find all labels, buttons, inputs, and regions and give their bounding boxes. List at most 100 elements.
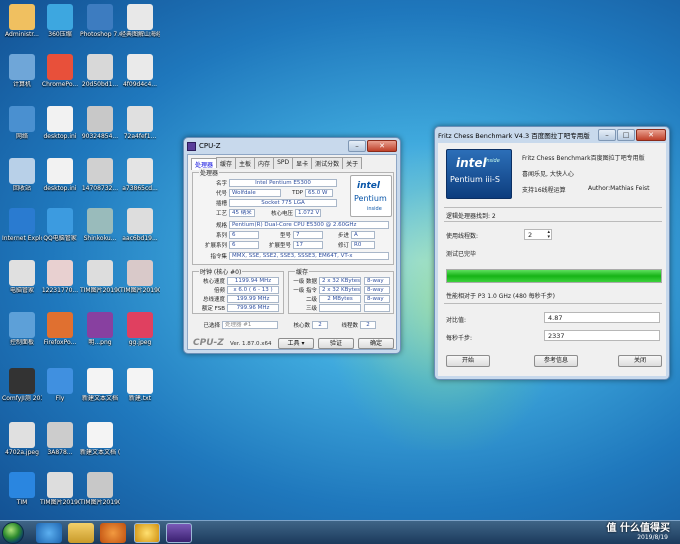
- start-button[interactable]: [2, 522, 24, 544]
- explorer-taskbar-icon[interactable]: [68, 523, 94, 543]
- desktop-icon[interactable]: 新建.txt: [120, 366, 160, 422]
- desktop-icon[interactable]: a73865cd...: [120, 156, 160, 212]
- desktop-icon[interactable]: 90324854...: [80, 104, 120, 160]
- close-button[interactable]: ✕: [367, 140, 397, 152]
- core-voltage-field: 1.072 V: [295, 209, 321, 217]
- desktop-icon[interactable]: 14708732...: [80, 156, 120, 212]
- start-button[interactable]: 开始: [446, 355, 490, 367]
- desktop-icon[interactable]: TIM图片20190818...: [120, 258, 160, 314]
- desktop-icon[interactable]: 电脑管家: [2, 258, 42, 314]
- desktop-icon[interactable]: ChromePo...: [40, 52, 80, 108]
- tab-cache[interactable]: 缓存: [216, 157, 237, 169]
- ie-taskbar-icon[interactable]: [36, 523, 62, 543]
- desktop-icon[interactable]: Fly: [40, 366, 80, 422]
- close-button[interactable]: ✕: [636, 129, 666, 141]
- desktop-icon-label: 14708732...: [81, 185, 119, 192]
- codename-field: Wolfdale: [229, 189, 281, 197]
- l3-label: 三级: [305, 306, 317, 312]
- relative-perf-label: 性能相对于 P3 1.0 GHz (480 每秒千步): [446, 293, 555, 300]
- minimize-button[interactable]: –: [348, 140, 366, 152]
- file-icon: [127, 368, 153, 394]
- close-dialog-button[interactable]: 关闭: [618, 355, 662, 367]
- desktop-icon[interactable]: 20d50bd1...: [80, 52, 120, 108]
- pentium-wordmark: Pentium iii-S: [450, 175, 500, 184]
- desktop-icon[interactable]: 3A878...: [40, 420, 80, 476]
- desktop-icon[interactable]: 明...png: [80, 310, 120, 366]
- desktop-icon-label: 电脑管家: [9, 287, 34, 294]
- desktop-icon-label: 4f09d4c4...: [122, 81, 158, 88]
- desktop-icon[interactable]: FirefoxPo...: [40, 310, 80, 366]
- desktop-icon-label: 明...png: [88, 339, 112, 346]
- tab-memory[interactable]: 内存: [254, 157, 275, 169]
- fritz-body: intel Pentium iii-S inside Fritz Chess B…: [438, 143, 666, 376]
- fritz-window[interactable]: Fritz Chess Benchmark V4.3 百度图拉丁吧专用版 – □…: [434, 126, 670, 380]
- desktop-icon[interactable]: 4702a.jpeg: [2, 420, 42, 476]
- desktop-icon[interactable]: 72a4fef1...: [120, 104, 160, 160]
- kns-label: 每秒千步:: [446, 335, 473, 342]
- ext-family-field: 6: [229, 241, 259, 249]
- divider: [444, 207, 662, 208]
- tab-mainboard[interactable]: 主板: [235, 157, 256, 169]
- desktop-icon-label: TIM图片20190818...: [80, 287, 120, 294]
- desktop-icon[interactable]: TIM图片20190818...: [80, 258, 120, 314]
- desktop-icon[interactable]: Administr...: [2, 2, 42, 58]
- cpuz-taskbar-icon[interactable]: [166, 523, 192, 543]
- desktop-icon[interactable]: 控制面板: [2, 310, 42, 366]
- progress-track: [446, 269, 662, 283]
- spinner-arrows-icon[interactable]: ▴ ▾: [547, 230, 550, 240]
- desktop-icon[interactable]: Internet Explorer: [2, 206, 42, 262]
- l3-field: [319, 304, 361, 312]
- tools-label: 工具: [287, 340, 300, 347]
- tab-about[interactable]: 关于: [342, 157, 363, 169]
- maximize-button[interactable]: □: [617, 129, 635, 141]
- desktop-icon[interactable]: 计算机: [2, 52, 42, 108]
- desktop-icon[interactable]: 360压缩: [40, 2, 80, 58]
- desktop-icon[interactable]: TIM: [2, 470, 42, 526]
- tab-graphics[interactable]: 显卡: [292, 157, 313, 169]
- ext-model-label: 扩展型号: [268, 243, 291, 249]
- desktop-icon[interactable]: gg.jpeg: [120, 310, 160, 366]
- threads-spinner[interactable]: 2 ▴ ▾: [524, 229, 552, 240]
- desktop-icon[interactable]: TIM图片20190818...: [40, 470, 80, 526]
- desktop-icon[interactable]: 新建文本文档: [80, 366, 120, 422]
- validate-button[interactable]: 验证: [318, 338, 354, 349]
- media-player-taskbar-icon[interactable]: [100, 523, 126, 543]
- processor-select[interactable]: 处理器 #1: [222, 321, 278, 329]
- cpuz-window[interactable]: CPU-Z – ✕ 处理器 缓存 主板 内存 SPD 显卡 测试分数 关于 处理…: [183, 137, 401, 354]
- tab-bench[interactable]: 测试分数: [311, 157, 344, 169]
- fritz-titlebar[interactable]: Fritz Chess Benchmark V4.3 百度图拉丁吧专用版 – □…: [435, 127, 669, 143]
- desktop-icon[interactable]: 经典图解山海经：图...: [120, 2, 160, 58]
- desktop-icon[interactable]: 4f09d4c4...: [120, 52, 160, 108]
- l2-label: 二级: [305, 297, 317, 303]
- cores-field: 2: [312, 321, 328, 329]
- desktop-icon-label: 新建.txt: [128, 395, 152, 402]
- desktop-icon[interactable]: TIM图片20190818...: [80, 470, 120, 526]
- desktop-icon[interactable]: Shinkoku...: [80, 206, 120, 262]
- file-icon: [127, 260, 153, 286]
- cpuz-titlebar[interactable]: CPU-Z – ✕: [184, 138, 400, 154]
- desktop-icon[interactable]: aac6bd19...: [120, 206, 160, 262]
- desktop-icon[interactable]: Photoshop 7.0: [80, 2, 120, 58]
- desktop-icon[interactable]: ComfyJI测 2019: [2, 366, 42, 422]
- reference-info-button[interactable]: 参考信息: [534, 355, 578, 367]
- tools-button[interactable]: 工具 ▾: [278, 338, 314, 349]
- cores-label: 核心数: [293, 323, 310, 329]
- file-icon: [127, 312, 153, 338]
- file-icon: [9, 4, 35, 30]
- tab-spd[interactable]: SPD: [273, 157, 294, 169]
- minimize-button[interactable]: –: [598, 129, 616, 141]
- desktop-icon[interactable]: 12231770...: [40, 258, 80, 314]
- desktop-icon[interactable]: desktop.ini: [40, 104, 80, 160]
- qq-taskbar-icon[interactable]: [134, 523, 160, 543]
- revision-field: R0: [351, 241, 375, 249]
- family-field: 6: [229, 231, 259, 239]
- desktop-icon[interactable]: QQ电脑管家: [40, 206, 80, 262]
- specification-label: 规格: [215, 223, 227, 229]
- l1-inst-assoc: 8-way: [364, 286, 390, 294]
- desktop-icon[interactable]: 回收站: [2, 156, 42, 212]
- revision-label: 修订: [337, 243, 349, 249]
- desktop-icon[interactable]: 网络: [2, 104, 42, 160]
- desktop-icon[interactable]: desktop.ini: [40, 156, 80, 212]
- desktop-icon[interactable]: 新建文本文档 (2).txt: [80, 420, 120, 476]
- ok-button[interactable]: 确定: [358, 338, 394, 349]
